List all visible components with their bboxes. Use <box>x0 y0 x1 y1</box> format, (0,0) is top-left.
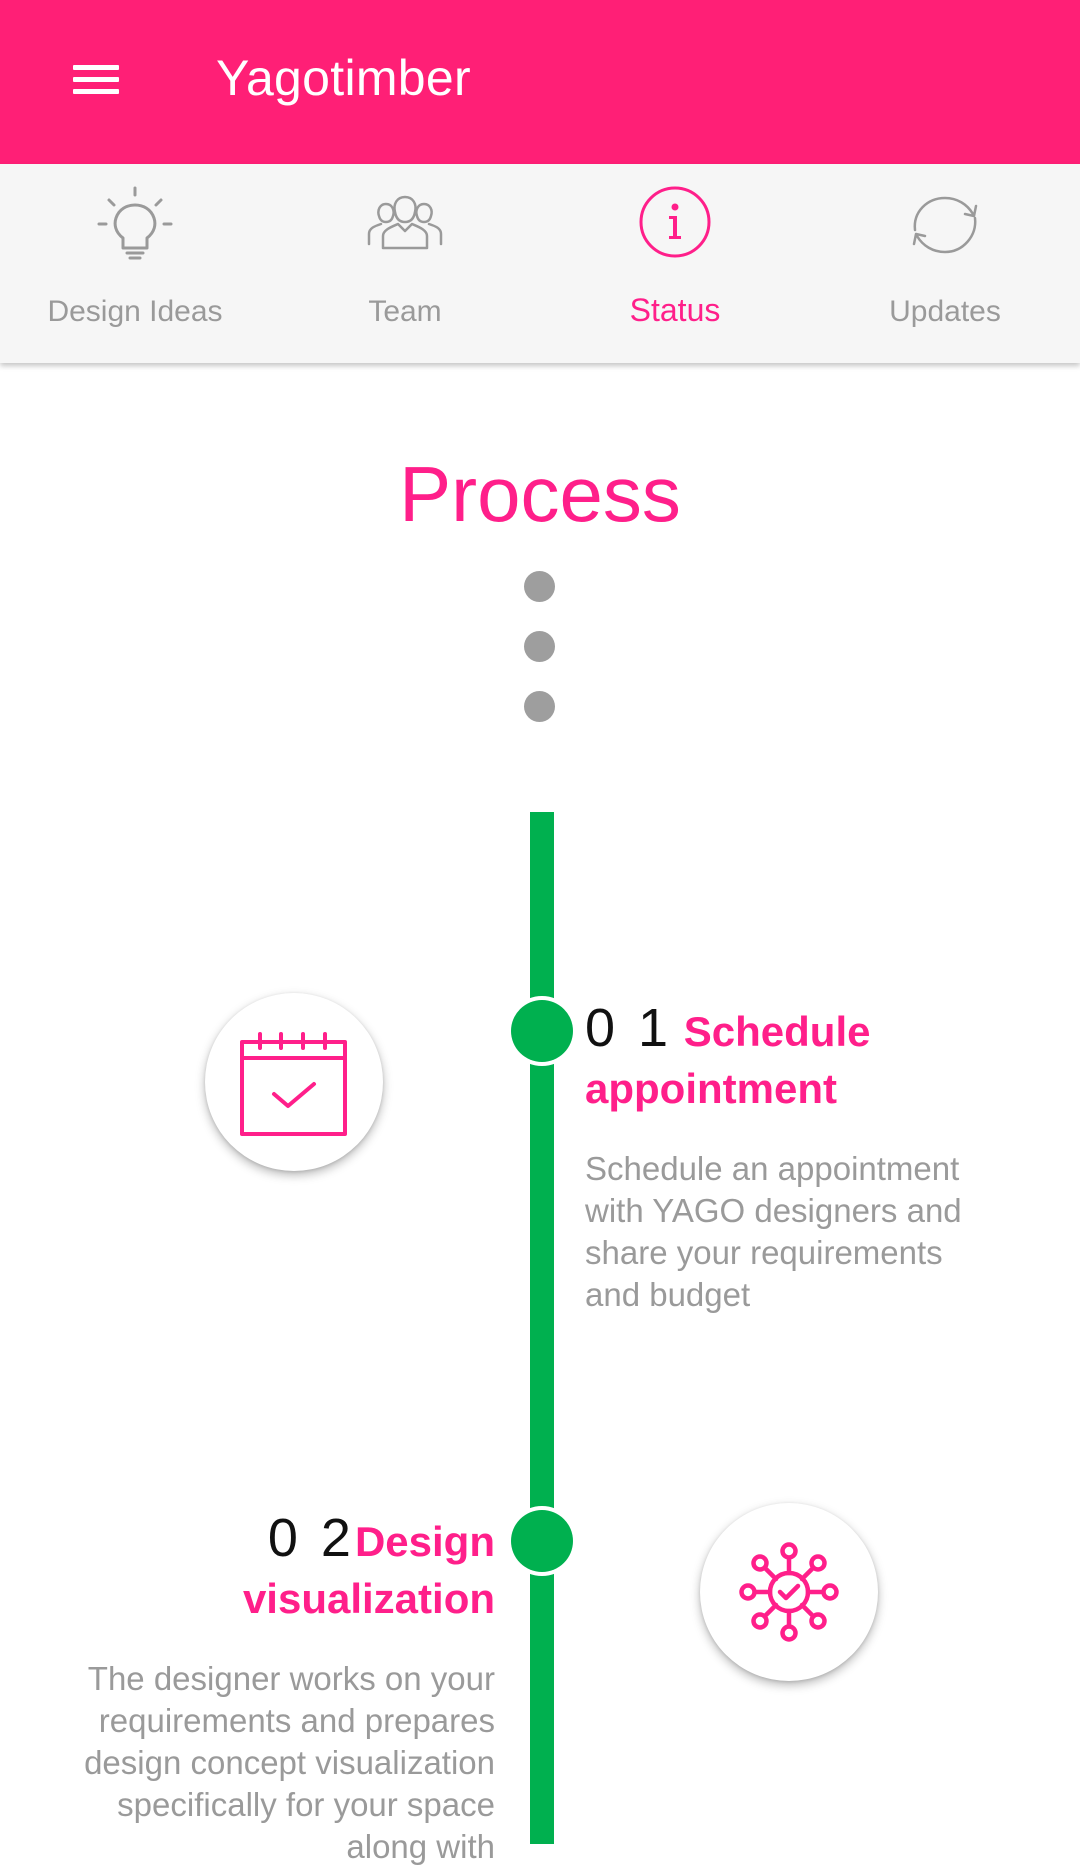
timeline-node <box>511 1000 573 1062</box>
step-number: 0 1 <box>585 998 673 1058</box>
tab-updates[interactable]: Updates <box>810 164 1080 363</box>
refresh-icon <box>912 196 978 254</box>
timeline-line <box>530 812 554 1844</box>
step-number: 0 2 <box>267 1508 355 1568</box>
tab-label: Design Ideas <box>47 295 223 328</box>
step-heading: 0 1 Schedule appointment <box>585 1000 1025 1117</box>
tab-team[interactable]: Team <box>270 164 540 363</box>
app-title: Yagotimber <box>216 50 471 106</box>
step-icon-circle <box>700 1503 878 1681</box>
tab-label: Team <box>368 295 442 328</box>
calendar-check-icon <box>240 1032 347 1136</box>
hamburger-menu-icon[interactable] <box>50 40 142 116</box>
step-description: Schedule an appointment with YAGO design… <box>585 1150 962 1313</box>
team-icon <box>367 195 443 250</box>
step-description: The designer works on your requirements … <box>84 1660 495 1865</box>
tab-label: Status <box>629 292 721 328</box>
ellipsis-dot <box>524 691 555 722</box>
step-heading: 0 2Design visualization <box>130 1510 495 1627</box>
info-icon <box>639 186 711 258</box>
section-title: Process <box>399 450 681 538</box>
tab-design-ideas[interactable]: Design Ideas <box>0 164 270 363</box>
app-bar: Yagotimber <box>0 0 1080 164</box>
timeline-node <box>511 1510 573 1572</box>
lightbulb-icon <box>97 186 173 260</box>
tab-bar: Design Ideas Team Status Updates <box>0 164 1080 363</box>
step-icon-circle <box>205 993 383 1171</box>
tab-status[interactable]: Status <box>540 164 810 363</box>
network-check-icon <box>739 1542 839 1642</box>
ellipsis-dot <box>524 631 555 662</box>
ellipsis-dot <box>524 571 555 602</box>
tab-label: Updates <box>889 295 1001 328</box>
